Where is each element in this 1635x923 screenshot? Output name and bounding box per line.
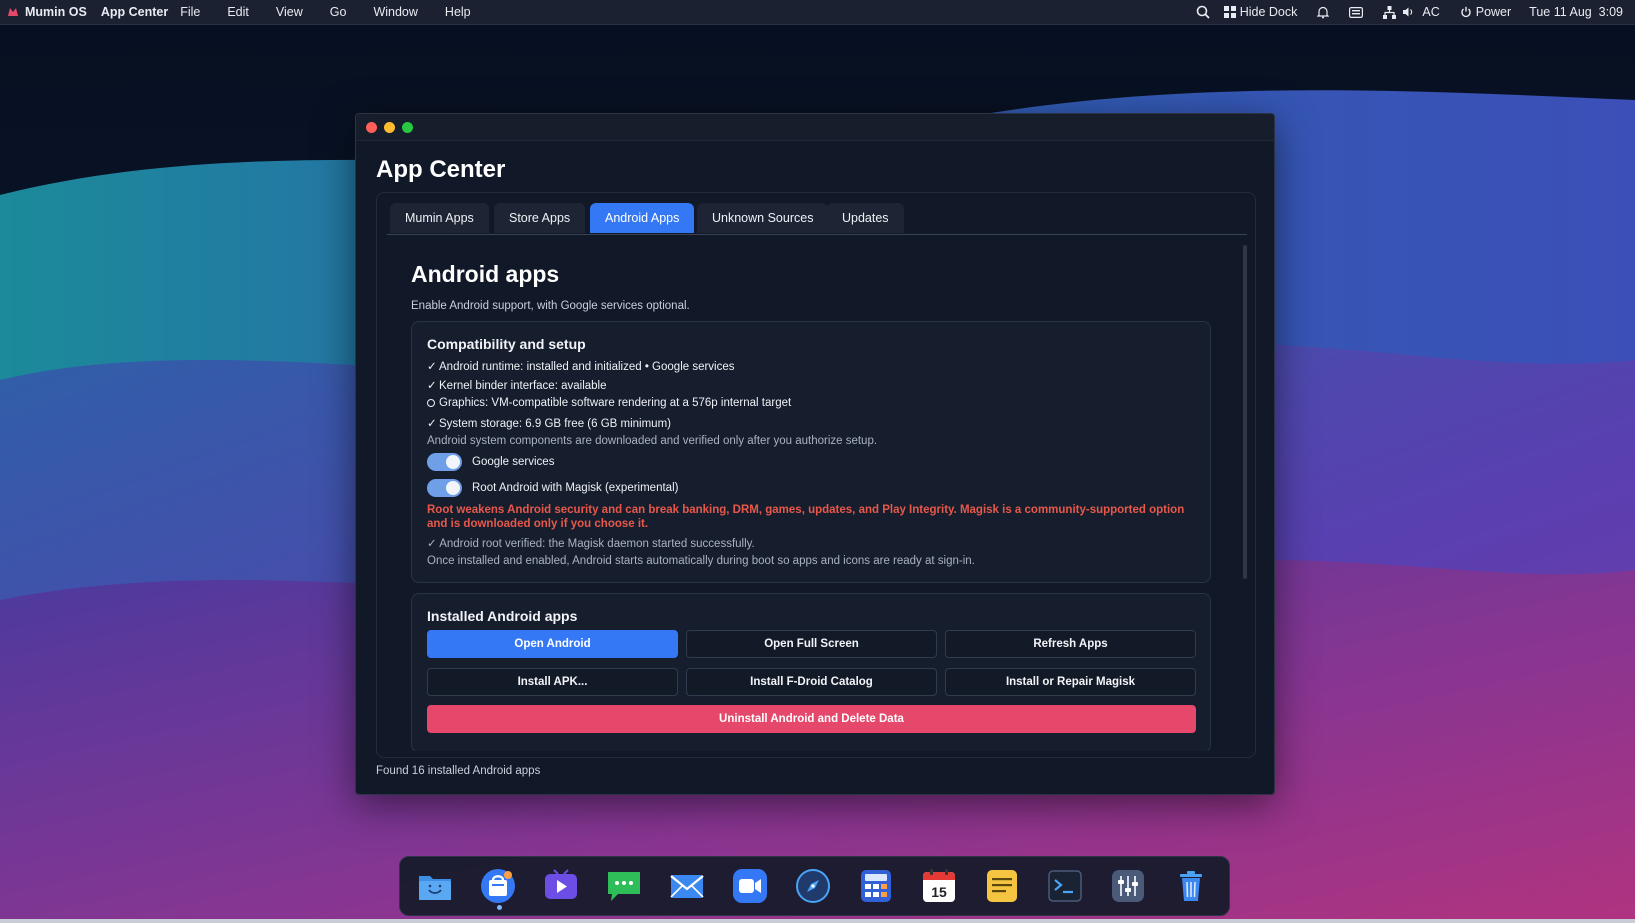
audio-label: AC <box>1422 5 1440 19</box>
speaker-icon <box>1403 7 1413 17</box>
menu-help[interactable]: Help <box>445 5 471 19</box>
settings-sliders-icon[interactable] <box>1108 866 1148 906</box>
power-button[interactable]: Power <box>1460 5 1511 19</box>
running-indicator <box>497 905 502 910</box>
compatibility-title: Compatibility and setup <box>427 336 586 352</box>
browser-compass-icon[interactable] <box>793 866 833 906</box>
video-call-icon[interactable] <box>730 866 770 906</box>
tab-unknown-sources[interactable]: Unknown Sources <box>697 203 829 233</box>
grid-icon <box>1223 6 1236 18</box>
messages-icon[interactable] <box>604 866 644 906</box>
root-magisk-label: Root Android with Magisk (experimental) <box>472 482 679 494</box>
open-android-button[interactable]: Open Android <box>427 630 678 658</box>
checkmark-icon: ✓ <box>427 380 437 392</box>
menu-bar: Mumin OS App Center File Edit View Go Wi… <box>0 0 1635 25</box>
search-icon[interactable] <box>1196 5 1210 19</box>
os-logo-icon[interactable] <box>7 6 19 18</box>
install-magisk-button[interactable]: Install or Repair Magisk <box>945 668 1196 696</box>
notes-icon[interactable] <box>982 866 1022 906</box>
status-text: Found 16 installed Android apps <box>376 765 541 777</box>
power-label: Power <box>1475 5 1512 19</box>
tab-mumin-apps[interactable]: Mumin Apps <box>390 203 489 233</box>
tab-updates[interactable]: Updates <box>827 203 904 233</box>
pending-circle-icon <box>427 399 435 407</box>
network-icon[interactable] <box>1383 5 1397 19</box>
check-binder: ✓ Kernel binder interface: available <box>427 380 607 392</box>
content-panel: Mumin Apps Store Apps Android Apps Unkno… <box>376 192 1256 758</box>
install-fdroid-button[interactable]: Install F-Droid Catalog <box>686 668 937 696</box>
section-title: Android apps <box>411 261 560 287</box>
android-apps-scroll-area[interactable]: Android apps Enable Android support, wit… <box>387 243 1247 751</box>
dock: 15 <box>399 856 1230 916</box>
minimize-window-button[interactable] <box>384 121 395 133</box>
section-subtitle: Enable Android support, with Google serv… <box>411 300 690 312</box>
finder-icon[interactable] <box>415 866 455 906</box>
root-magisk-row: Root Android with Magisk (experimental) <box>427 479 678 497</box>
menu-file[interactable]: File <box>180 5 200 19</box>
boot-note: Once installed and enabled, Android star… <box>427 555 975 567</box>
uninstall-android-button[interactable]: Uninstall Android and Delete Data <box>427 705 1196 733</box>
checkmark-icon: ✓ <box>427 418 437 430</box>
trash-icon[interactable] <box>1171 866 1211 906</box>
vertical-scrollbar[interactable] <box>1243 245 1247 579</box>
power-icon <box>1461 6 1471 18</box>
keyboard-icon[interactable] <box>1349 6 1364 18</box>
volume-control[interactable]: AC <box>1402 5 1440 19</box>
os-name[interactable]: Mumin OS <box>25 5 87 19</box>
tab-store-apps[interactable]: Store Apps <box>494 203 586 233</box>
calendar-icon[interactable]: 15 <box>919 866 959 906</box>
window-title: App Center <box>376 156 506 183</box>
active-app-name[interactable]: App Center <box>101 5 168 19</box>
root-verified-text: ✓ Android root verified: the Magisk daem… <box>427 538 755 550</box>
clock[interactable]: Tue 11 Aug 3:09 <box>1529 5 1623 19</box>
maximize-window-button[interactable] <box>402 121 413 133</box>
check-storage: ✓ System storage: 6.9 GB free (6 GB minim… <box>427 418 671 430</box>
terminal-icon[interactable] <box>1045 866 1085 906</box>
menu-view[interactable]: View <box>276 5 303 19</box>
app-center-window: App Center Mumin Apps Store Apps Android… <box>355 113 1275 795</box>
menu-edit[interactable]: Edit <box>227 5 249 19</box>
installed-apps-title: Installed Android apps <box>427 608 578 624</box>
check-graphics: Graphics: VM-compatible software renderi… <box>427 397 791 409</box>
open-full-screen-button[interactable]: Open Full Screen <box>686 630 937 658</box>
calendar-day: 15 <box>931 884 947 900</box>
hide-dock-label: Hide Dock <box>1239 5 1298 19</box>
mail-icon[interactable] <box>667 866 707 906</box>
refresh-apps-button[interactable]: Refresh Apps <box>945 630 1196 658</box>
video-player-icon[interactable] <box>541 866 581 906</box>
google-services-label: Google services <box>472 456 555 468</box>
tab-bar: Mumin Apps Store Apps Android Apps Unkno… <box>387 203 1247 235</box>
google-services-row: Google services <box>427 453 554 471</box>
install-apk-button[interactable]: Install APK... <box>427 668 678 696</box>
google-services-toggle[interactable] <box>427 453 462 471</box>
menu-go[interactable]: Go <box>330 5 347 19</box>
app-center-icon[interactable] <box>478 866 518 906</box>
tab-android-apps[interactable]: Android Apps <box>590 203 695 233</box>
calculator-icon[interactable] <box>856 866 896 906</box>
compatibility-card: Compatibility and setup ✓ Android runtime… <box>411 321 1211 583</box>
menu-window[interactable]: Window <box>373 5 417 19</box>
checkmark-icon: ✓ <box>427 361 437 373</box>
window-titlebar[interactable] <box>356 114 1274 141</box>
close-window-button[interactable] <box>366 121 377 133</box>
installed-apps-card: Installed Android apps Open Android Open… <box>411 593 1211 751</box>
hide-dock-button[interactable]: Hide Dock <box>1223 5 1298 19</box>
root-magisk-toggle[interactable] <box>427 479 462 497</box>
screen-bottom-edge <box>0 919 1635 923</box>
check-runtime: ✓ Android runtime: installed and initiali… <box>427 361 735 373</box>
root-warning-text: Root weakens Android security and can br… <box>427 504 1185 530</box>
notifications-bell-icon[interactable] <box>1317 6 1330 19</box>
setup-note: Android system components are downloaded… <box>427 435 878 447</box>
